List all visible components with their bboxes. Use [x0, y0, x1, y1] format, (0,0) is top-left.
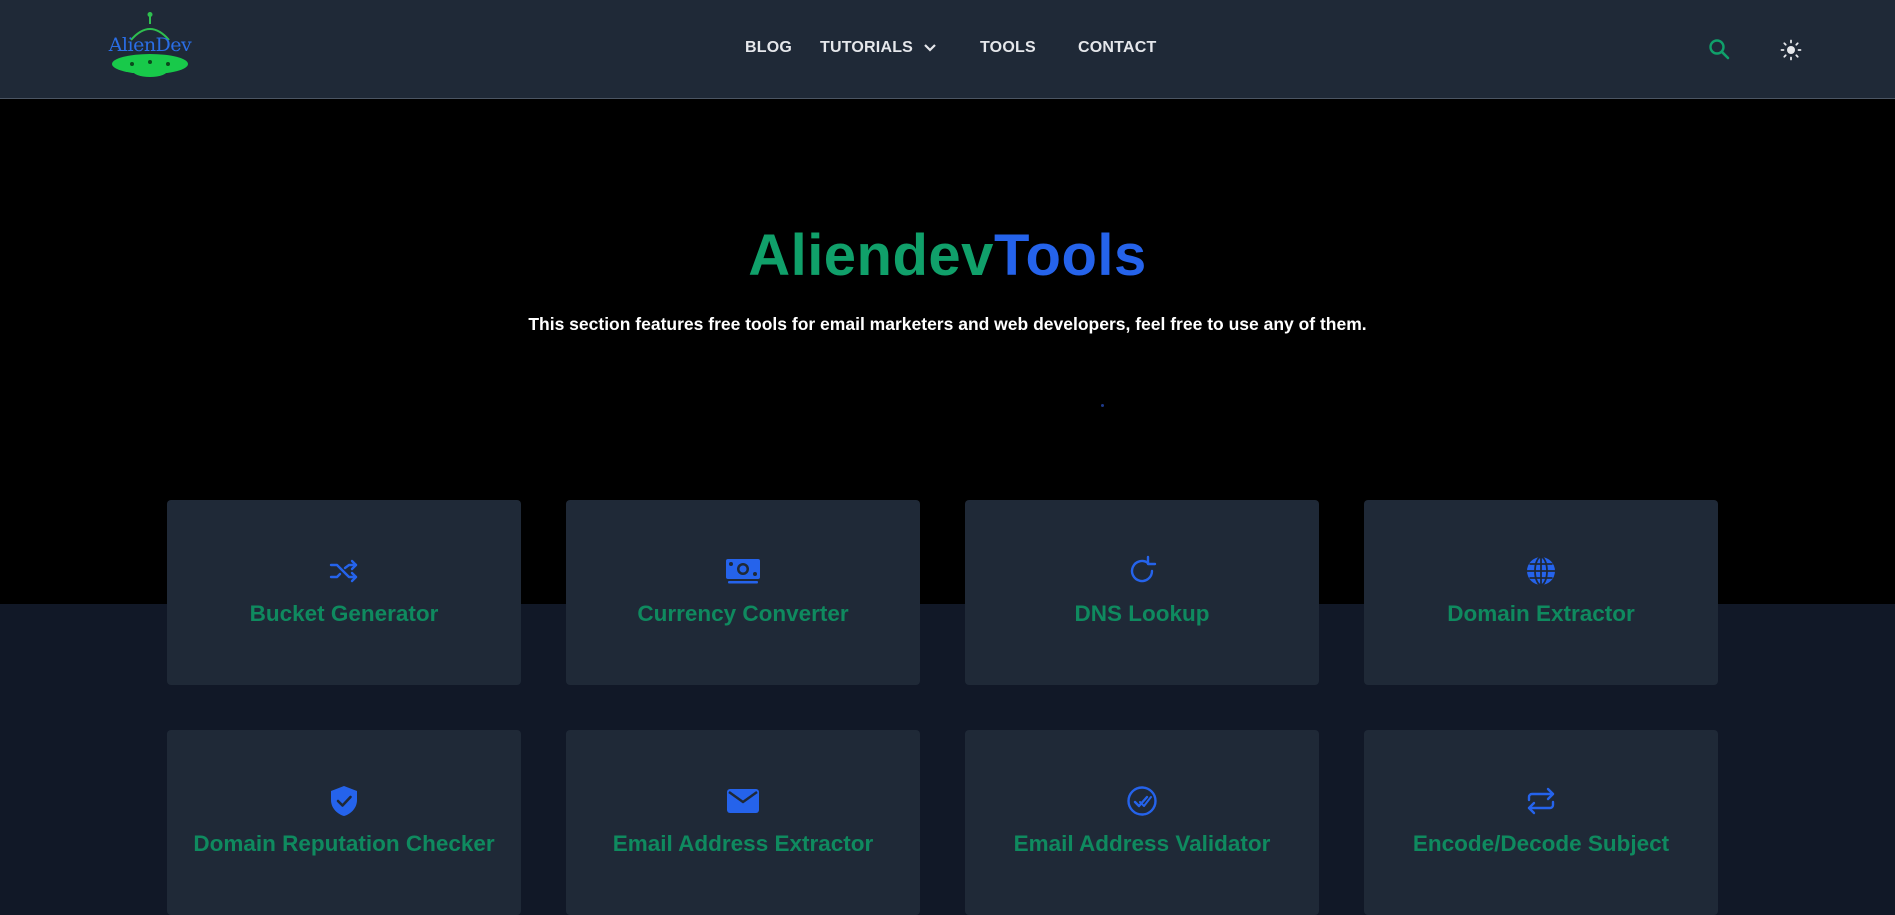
tool-card-label: Encode/Decode Subject [1412, 831, 1670, 856]
tool-card-domain-reputation-checker[interactable]: Domain Reputation Checker [167, 730, 521, 915]
tool-card-email-address-validator[interactable]: Email Address Validator [965, 730, 1319, 915]
site-logo[interactable]: AlienDev [104, 12, 196, 78]
nav-tutorials-label: TUTORIALS [820, 39, 914, 56]
top-navbar: AlienDev BLOG TUTORIALS TOOLS CONTACT [0, 0, 1895, 99]
chevron-down-icon [924, 43, 936, 52]
search-icon [1709, 39, 1730, 60]
nav-blog[interactable]: BLOG [745, 39, 792, 57]
decorative-dot [1101, 404, 1104, 407]
nav-tutorials[interactable]: TUTORIALS [820, 39, 937, 57]
title-aliendev: Aliendev [748, 223, 994, 288]
tool-card-email-address-extractor[interactable]: Email Address Extractor [566, 730, 920, 915]
tool-card-dns-lookup[interactable]: DNS Lookup [965, 500, 1319, 685]
page-title: AliendevTools [0, 222, 1895, 289]
hero-subtitle: This section features free tools for ema… [528, 314, 1367, 334]
tool-card-currency-converter[interactable]: Currency Converter [566, 500, 920, 685]
tool-card-label: Domain Reputation Checker [193, 831, 495, 856]
tool-card-encode-decode-subject[interactable]: Encode/Decode Subject [1364, 730, 1718, 915]
theme-toggle-button[interactable] [1780, 39, 1802, 66]
nav-tools[interactable]: TOOLS [980, 39, 1036, 57]
nav-contact[interactable]: CONTACT [1078, 39, 1156, 57]
envelope-icon [727, 789, 759, 813]
sun-icon [1780, 39, 1802, 61]
shuffle-icon [329, 559, 358, 583]
logo-text: AlienDev [108, 34, 192, 56]
banknote-icon [726, 559, 760, 584]
check-circle-icon [1127, 786, 1157, 816]
tool-card-label: Bucket Generator [249, 601, 439, 626]
repeat-icon [1527, 787, 1555, 815]
tool-card-label: Currency Converter [637, 601, 849, 626]
tool-card-label: Domain Extractor [1447, 601, 1635, 626]
search-button[interactable] [1708, 38, 1730, 65]
globe-icon [1527, 556, 1555, 586]
tool-card-label: Email Address Extractor [612, 831, 874, 856]
title-tools: Tools [993, 223, 1147, 288]
tool-card-label: DNS Lookup [1074, 601, 1210, 626]
tool-card-bucket-generator[interactable]: Bucket Generator [167, 500, 521, 685]
tool-card-label: Email Address Validator [1013, 831, 1271, 856]
shield-check-icon [331, 786, 357, 816]
refresh-icon [1130, 555, 1157, 583]
tool-card-domain-extractor[interactable]: Domain Extractor [1364, 500, 1718, 685]
